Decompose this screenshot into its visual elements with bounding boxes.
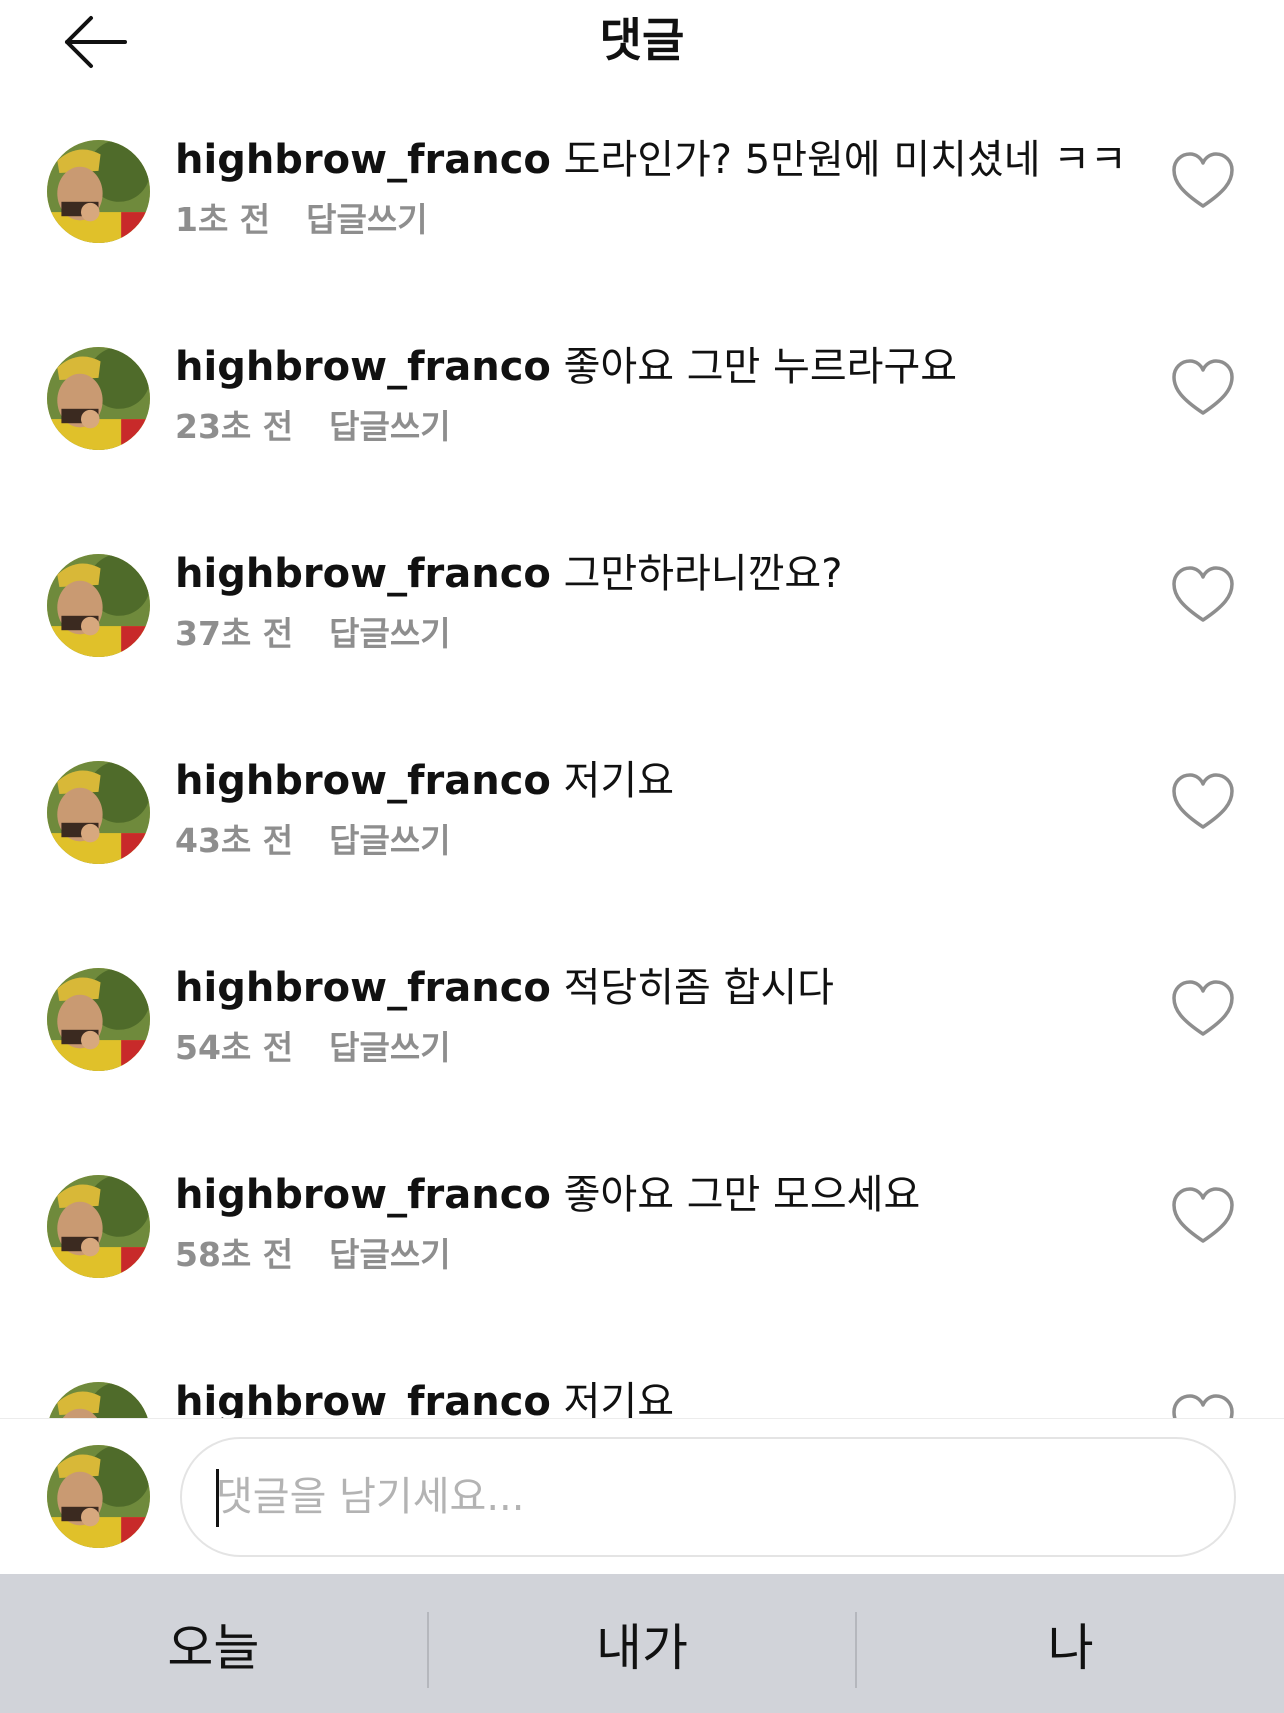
avatar[interactable] (47, 140, 150, 243)
like-button[interactable] (1170, 150, 1236, 212)
comment-list[interactable]: highbrow_franco 도라인가? 5만원에 미치셨네 ㅋㅋ 1초 전답… (0, 90, 1284, 1418)
comment-meta: 37초 전 답글쓰기 (175, 610, 1135, 658)
reply-button[interactable]: 답글쓰기 (306, 200, 427, 239)
comment-body: highbrow_franco 좋아요 그만 모으세요 58초 전 답글쓰기 (175, 1167, 1135, 1279)
reply-button[interactable]: 답글쓰기 (329, 821, 450, 860)
comment-text: 그만하라니깐요? (563, 551, 843, 597)
heart-outline-icon (1172, 980, 1234, 1036)
comment-item: highbrow_franco 저기요 43초 전 답글쓰기 (0, 711, 1284, 918)
comment-time: 54초 전 (175, 1028, 294, 1067)
comment-time: 23초 전 (175, 407, 294, 446)
comment-time: 37초 전 (175, 614, 294, 653)
comment-time: 1초 전 (175, 200, 271, 239)
comment-body: highbrow_franco 적당히좀 합시다 54초 전 답글쓰기 (175, 960, 1135, 1072)
comment-body: highbrow_franco 그만하라니깐요? 37초 전 답글쓰기 (175, 546, 1135, 658)
comment-body: highbrow_franco 도라인가? 5만원에 미치셨네 ㅋㅋ 1초 전 답… (175, 132, 1135, 244)
comment-username[interactable]: highbrow_franco (175, 1172, 551, 1218)
comment-input[interactable] (180, 1437, 1236, 1557)
page-title: 댓글 (599, 13, 685, 67)
comment-meta: 23초 전 답글쓰기 (175, 403, 1135, 451)
like-button[interactable] (1170, 978, 1236, 1040)
comment-line: highbrow_franco 적당히좀 합시다 (175, 960, 1135, 1016)
comment-item: highbrow_franco 저기요 (0, 1332, 1284, 1418)
comment-meta: 1초 전 답글쓰기 (175, 196, 1135, 244)
comment-item: highbrow_franco 좋아요 그만 누르라구요 23초 전 답글쓰기 (0, 297, 1284, 504)
comment-input-bar (0, 1418, 1284, 1574)
keyboard-suggestion[interactable]: 오늘 (0, 1574, 427, 1713)
avatar[interactable] (47, 554, 150, 657)
heart-outline-icon (1172, 1187, 1234, 1243)
comment-text: 좋아요 그만 모으세요 (563, 1172, 921, 1218)
comment-line: highbrow_franco 좋아요 그만 누르라구요 (175, 339, 1135, 395)
heart-outline-icon (1172, 773, 1234, 829)
reply-button[interactable]: 답글쓰기 (329, 1235, 450, 1274)
comment-username[interactable]: highbrow_franco (175, 1379, 551, 1418)
comment-text: 저기요 (563, 1379, 675, 1418)
comment-body: highbrow_franco 저기요 43초 전 답글쓰기 (175, 753, 1135, 865)
comment-line: highbrow_franco 좋아요 그만 모으세요 (175, 1167, 1135, 1223)
avatar[interactable] (47, 968, 150, 1071)
comment-username[interactable]: highbrow_franco (175, 758, 551, 804)
comment-time: 58초 전 (175, 1235, 294, 1274)
comment-body: highbrow_franco 저기요 (175, 1374, 1135, 1418)
comment-item: highbrow_franco 그만하라니깐요? 37초 전 답글쓰기 (0, 504, 1284, 711)
like-button[interactable] (1170, 771, 1236, 833)
comment-line: highbrow_franco 저기요 (175, 1374, 1135, 1418)
comment-username[interactable]: highbrow_franco (175, 551, 551, 597)
comment-line: highbrow_franco 도라인가? 5만원에 미치셨네 ㅋㅋ (175, 132, 1135, 188)
heart-outline-icon (1172, 1394, 1234, 1418)
text-caret (216, 1469, 219, 1527)
reply-button[interactable]: 답글쓰기 (329, 1028, 450, 1067)
comment-body: highbrow_franco 좋아요 그만 누르라구요 23초 전 답글쓰기 (175, 339, 1135, 451)
heart-outline-icon (1172, 566, 1234, 622)
avatar[interactable] (47, 1175, 150, 1278)
comment-item: highbrow_franco 좋아요 그만 모으세요 58초 전 답글쓰기 (0, 1125, 1284, 1332)
comment-text: 좋아요 그만 누르라구요 (563, 344, 958, 390)
avatar[interactable] (47, 761, 150, 864)
keyboard-suggestion[interactable]: 내가 (429, 1574, 856, 1713)
comment-text: 도라인가? 5만원에 미치셨네 ㅋㅋ (563, 137, 1127, 183)
heart-outline-icon (1172, 359, 1234, 415)
comment-text: 저기요 (563, 758, 675, 804)
comment-line: highbrow_franco 그만하라니깐요? (175, 546, 1135, 602)
keyboard-suggestion[interactable]: 나 (857, 1574, 1284, 1713)
like-button[interactable] (1170, 564, 1236, 626)
heart-outline-icon (1172, 152, 1234, 208)
keyboard-suggestion-bar: 오늘 내가 나 (0, 1574, 1284, 1713)
comment-time: 43초 전 (175, 821, 294, 860)
comment-item: highbrow_franco 도라인가? 5만원에 미치셨네 ㅋㅋ 1초 전 답… (0, 90, 1284, 297)
comment-text: 적당히좀 합시다 (563, 965, 834, 1011)
header-bar: 댓글 (0, 0, 1284, 90)
comment-username[interactable]: highbrow_franco (175, 137, 551, 183)
avatar[interactable] (47, 1382, 150, 1418)
comment-meta: 58초 전 답글쓰기 (175, 1231, 1135, 1279)
avatar (47, 1445, 150, 1548)
avatar[interactable] (47, 347, 150, 450)
comment-item: highbrow_franco 적당히좀 합시다 54초 전 답글쓰기 (0, 918, 1284, 1125)
reply-button[interactable]: 답글쓰기 (329, 407, 450, 446)
comment-meta: 54초 전 답글쓰기 (175, 1024, 1135, 1072)
like-button[interactable] (1170, 1185, 1236, 1247)
reply-button[interactable]: 답글쓰기 (329, 614, 450, 653)
comment-username[interactable]: highbrow_franco (175, 965, 551, 1011)
comment-line: highbrow_franco 저기요 (175, 753, 1135, 809)
like-button[interactable] (1170, 357, 1236, 419)
like-button[interactable] (1170, 1392, 1236, 1418)
comment-username[interactable]: highbrow_franco (175, 344, 551, 390)
comment-meta: 43초 전 답글쓰기 (175, 817, 1135, 865)
